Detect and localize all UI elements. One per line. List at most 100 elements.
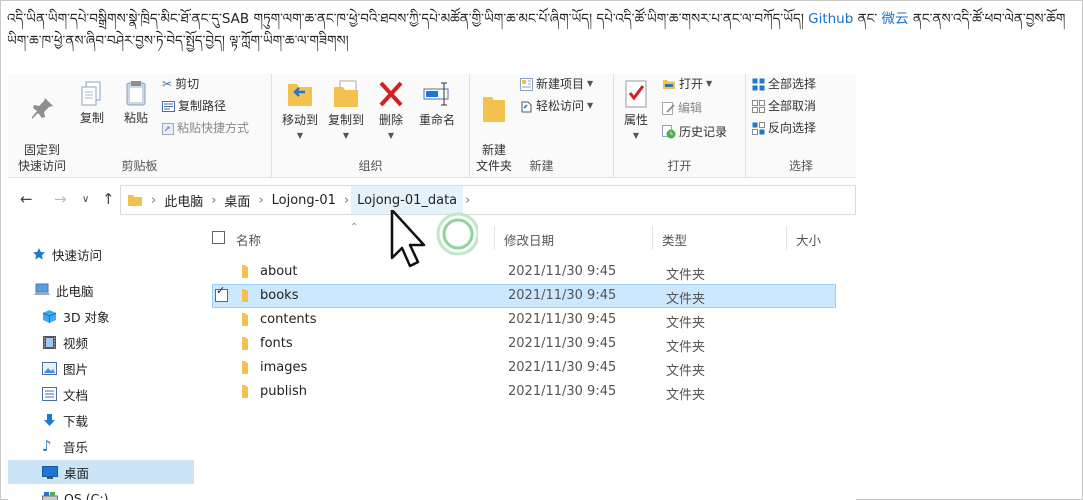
copy-to-label: 复制到 <box>327 113 364 127</box>
copy-icon <box>81 81 101 106</box>
intro-paragraph: འདི་ཡིན་ཡིག་དཔེ་བསྒྲིགས་སྣེ་ཁྲིད་མིང་ཐོ་… <box>7 8 1073 52</box>
move-to-button[interactable]: 移动到 ▼ <box>278 78 322 144</box>
table-row[interactable]: contents 2021/11/30 9:45 文件夹 <box>212 308 836 332</box>
table-row[interactable]: publish 2021/11/30 9:45 文件夹 <box>212 380 836 404</box>
rename-button[interactable]: 重命名 <box>412 78 462 128</box>
sidebar-item-label: 3D 对象 <box>63 309 110 325</box>
column-header-size[interactable]: 大小 <box>796 230 821 249</box>
sidebar-item-label: 音乐 <box>63 439 89 455</box>
file-name: images <box>260 360 308 375</box>
sidebar-item-quick-access[interactable]: 快速访问 <box>8 242 194 266</box>
sidebar-item-downloads[interactable]: 下载 <box>8 408 194 432</box>
computer-icon <box>34 283 50 295</box>
table-row-selected[interactable]: ✓ books 2021/11/30 9:45 文件夹 <box>212 284 836 308</box>
table-row[interactable]: fonts 2021/11/30 9:45 文件夹 <box>212 332 836 356</box>
column-divider[interactable] <box>786 226 787 250</box>
sidebar-item-os-drive[interactable]: OS (C:) <box>8 486 194 500</box>
delete-button[interactable]: 删除 ▼ <box>374 78 408 144</box>
copy-button[interactable]: 复制 <box>74 78 110 126</box>
sidebar-item-label: 下载 <box>63 413 89 429</box>
github-link[interactable]: Github <box>808 11 853 27</box>
delete-caret-icon: ▼ <box>387 131 395 140</box>
select-none-label: 全部取消 <box>768 99 817 113</box>
weiyun-link[interactable]: 微云 <box>882 11 909 27</box>
paste-shortcut-button[interactable]: 粘贴快捷方式 <box>162 120 249 136</box>
select-all-checkbox[interactable] <box>212 231 225 244</box>
column-header-name[interactable]: 名称 <box>236 230 261 249</box>
forward-arrow-icon[interactable]: → <box>54 190 67 208</box>
sidebar-item-label: 此电脑 <box>56 283 94 299</box>
sidebar-item-label: 快速访问 <box>52 247 103 263</box>
paste-button[interactable]: 粘贴 <box>118 78 154 126</box>
edit-button[interactable]: 编辑 <box>662 100 702 116</box>
properties-button[interactable]: 属性 ▼ <box>618 78 654 144</box>
column-divider[interactable] <box>652 226 653 250</box>
delete-label: 删除 <box>378 113 403 127</box>
explorer-screenshot: 固定到 快速访问 复制 粘贴 ✂ 剪切 复制路径 粘贴快捷方式 剪贴板 移动到 … <box>8 74 856 500</box>
history-button[interactable]: 历史记录 <box>662 124 727 140</box>
breadcrumb-separator-icon: › <box>151 192 157 208</box>
sidebar-item-desktop[interactable]: 桌面 <box>8 460 194 484</box>
back-arrow-icon[interactable]: ← <box>20 190 33 208</box>
file-name: publish <box>260 384 307 399</box>
open-button[interactable]: 打开 ▼ <box>662 76 712 92</box>
open-group: 属性 ▼ 打开 ▼ 编辑 历史记录 打开 <box>614 74 746 178</box>
move-to-caret-icon: ▼ <box>296 131 304 140</box>
intro-text-2: གཏུག་ལག་ཆ་ནང་ཁ་ཕྱེ་བའི་ཐབས་ཀྱི་དཔེ་མཚོན་… <box>249 11 809 27</box>
sidebar-item-pictures[interactable]: 图片 <box>8 356 194 380</box>
copy-to-icon <box>334 80 358 107</box>
properties-label: 属性 <box>623 113 648 127</box>
sidebar-item-3d-objects[interactable]: 3D 对象 <box>8 304 194 328</box>
new-item-button[interactable]: 新建项目 ▼ <box>520 76 593 92</box>
open-caret-icon: ▼ <box>706 79 713 88</box>
table-row[interactable]: about 2021/11/30 9:45 文件夹 <box>212 260 836 284</box>
easy-access-label: 轻松访问 <box>536 99 585 113</box>
file-type: 文件夹 <box>666 268 706 283</box>
cut-button[interactable]: ✂ 剪切 <box>162 76 199 92</box>
sidebar-item-this-pc[interactable]: 此电脑 <box>8 278 194 302</box>
breadcrumb-separator-icon: › <box>465 192 471 208</box>
address-bar[interactable]: › 此电脑 › 桌面 › Lojong-01 › Lojong-01_data … <box>120 185 856 215</box>
intro-text-1: འདི་ཡིན་ཡིག་དཔེ་བསྒྲིགས་སྣེ་ཁྲིད་མིང་ཐོ་… <box>7 11 222 27</box>
breadcrumb-this-pc[interactable]: 此电脑 <box>158 186 209 214</box>
invert-selection-button[interactable]: 反向选择 <box>752 120 816 136</box>
file-name: fonts <box>260 336 293 351</box>
sidebar-item-label: 文档 <box>63 387 89 403</box>
sidebar-item-videos[interactable]: 视频 <box>8 330 194 354</box>
intro-text-3: ནང་ <box>853 11 882 27</box>
history-label: 历史记录 <box>679 125 728 139</box>
file-type: 文件夹 <box>666 316 706 331</box>
column-divider[interactable] <box>494 226 495 250</box>
new-group: 新建 文件夹 新建项目 ▼ 轻松访问 ▼ 新建 <box>470 74 614 178</box>
copy-path-button[interactable]: 复制路径 <box>162 98 226 114</box>
file-name: about <box>260 264 298 279</box>
file-date: 2021/11/30 9:45 <box>508 312 617 327</box>
paste-shortcut-label: 粘贴快捷方式 <box>177 121 250 135</box>
file-date: 2021/11/30 9:45 <box>508 264 617 279</box>
table-row[interactable]: images 2021/11/30 9:45 文件夹 <box>212 356 836 380</box>
breadcrumb-lojong-01[interactable]: Lojong-01 <box>266 186 342 214</box>
folder-icon <box>242 289 248 302</box>
column-header-date[interactable]: 修改日期 <box>504 230 554 249</box>
breadcrumb-separator-icon: › <box>211 192 217 208</box>
column-header-type[interactable]: 类型 <box>662 230 687 249</box>
properties-icon <box>625 80 647 108</box>
select-none-button[interactable]: 全部取消 <box>752 98 816 114</box>
file-date: 2021/11/30 9:45 <box>508 336 617 351</box>
file-date: 2021/11/30 9:45 <box>508 360 617 375</box>
navigation-pane: 快速访问 此电脑 3D 对象 视频 图片 文档 下载 ♪ 音乐 桌面 OS (C… <box>8 222 194 500</box>
cube-icon <box>42 309 57 323</box>
easy-access-button[interactable]: 轻松访问 ▼ <box>520 98 593 114</box>
select-all-button[interactable]: 全部选择 <box>752 76 816 92</box>
sidebar-item-documents[interactable]: 文档 <box>8 382 194 406</box>
breadcrumb-separator-icon: › <box>343 192 350 208</box>
folder-icon <box>242 313 248 326</box>
copy-to-button[interactable]: 复制到 ▼ <box>324 78 368 144</box>
rename-icon <box>423 82 449 106</box>
breadcrumb-desktop[interactable]: 桌面 <box>218 186 256 214</box>
new-item-caret-icon: ▼ <box>587 79 594 88</box>
recent-locations-chevron-icon[interactable]: ∨ <box>82 194 89 205</box>
document-icon <box>42 387 57 401</box>
sidebar-item-music[interactable]: ♪ 音乐 <box>8 434 194 458</box>
up-arrow-icon[interactable]: ↑ <box>102 190 115 208</box>
